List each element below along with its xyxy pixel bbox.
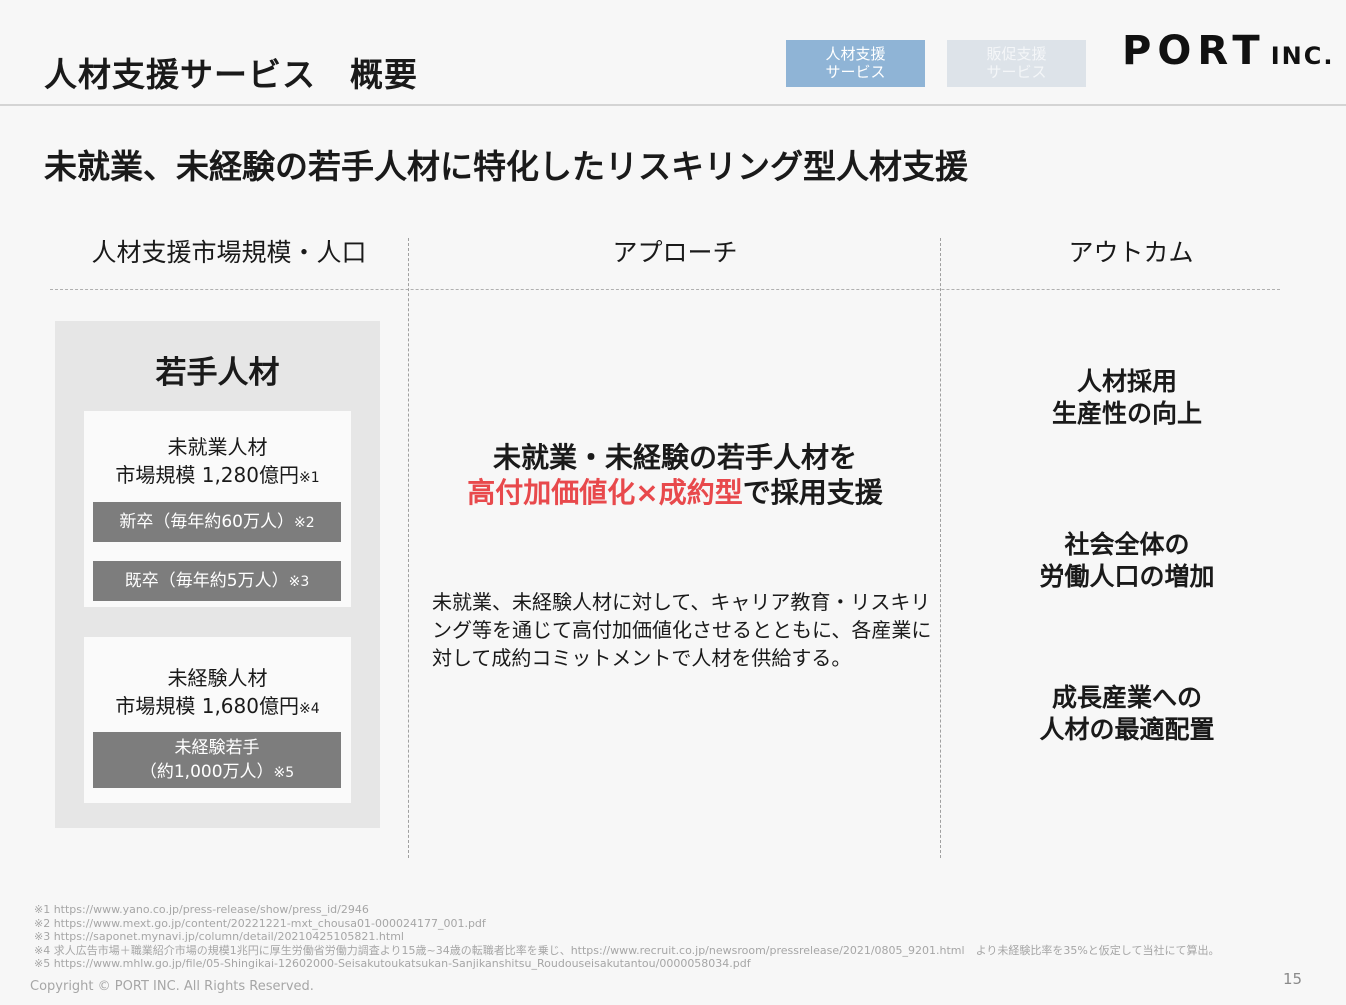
bar-label: 既卒（毎年約5万人） <box>124 571 289 591</box>
market-size: 市場規模 1,280億円※1 <box>84 461 351 492</box>
footnote-ref: ※3 <box>288 574 310 590</box>
column-header-outcome: アウトカム <box>1068 238 1194 267</box>
column-divider-right <box>940 238 941 858</box>
market-panel: 若手人材 未就業人材 市場規模 1,280億円※1 新卒（毎年約60万人）※2 … <box>55 321 380 828</box>
outcome-line2: 労働人口の増加 <box>1039 562 1215 591</box>
outcome-item: 社会全体の 労働人口の増加 <box>942 529 1312 593</box>
card-label: 未就業人材 <box>167 435 268 459</box>
outcome-line2: 人材の最適配置 <box>1039 715 1215 744</box>
page-number: 15 <box>1283 970 1303 988</box>
footnote-ref: ※1 <box>298 470 320 486</box>
inexperienced-talent-card: 未経験人材 市場規模 1,680億円※4 未経験若手 （約1,000万人）※5 <box>84 637 351 803</box>
bar-label-line2: （約1,000万人） <box>139 762 274 782</box>
approach-headline-line1: 未就業・未経験の若手人材を <box>492 441 857 474</box>
approach-headline-line2: 高付加価値化×成約型で採用支援 <box>410 471 940 511</box>
outcome-line1: 成長産業への <box>1051 683 1202 712</box>
footnote-ref: ※4 <box>298 701 320 717</box>
column-divider-left <box>408 238 409 858</box>
inexperienced-youth-bar: 未経験若手 （約1,000万人）※5 <box>93 732 341 788</box>
column-header-divider <box>50 289 1280 290</box>
approach-description: 未就業、未経験人材に対して、キャリア教育・リスキリング等を通じて高付加価値化させ… <box>432 590 932 670</box>
outcome-line1: 社会全体の <box>1064 530 1190 559</box>
approach-headline-rest: で採用支援 <box>742 476 883 509</box>
footnote: ※4 求人広告市場＋職業紹介市場の規模1兆円に厚生労働省労働力調査より15歳~3… <box>34 943 1220 957</box>
logo-text: PORT <box>1122 28 1266 74</box>
header: 人材支援サービス 概要 人材支援 サービス 販促支援 サービス PORT INC… <box>0 0 1346 106</box>
outcome-item: 成長産業への 人材の最適配置 <box>942 682 1312 746</box>
footnote-ref: ※5 <box>273 765 295 781</box>
page-title: 人材支援サービス 概要 <box>44 55 418 94</box>
card-label: 未経験人材 <box>167 666 268 690</box>
footnote: ※5 https://www.mhlw.go.jp/file/05-Shingi… <box>34 957 751 971</box>
footnotes: ※1 https://www.yano.co.jp/press-release/… <box>34 903 1219 971</box>
footnote: ※1 https://www.yano.co.jp/press-release/… <box>34 903 369 916</box>
header-divider <box>0 104 1346 106</box>
tab-sales-promotion-service[interactable]: 販促支援 サービス <box>947 40 1086 87</box>
column-header-approach: アプローチ <box>612 238 738 267</box>
outcome-line2: 生産性の向上 <box>1051 399 1202 428</box>
tab-label-line1: 販促支援 <box>986 45 1047 63</box>
market-panel-title: 若手人材 <box>155 355 280 391</box>
footnote-ref: ※2 <box>294 515 315 531</box>
bar-label: 新卒（毎年約60万人） <box>119 512 294 532</box>
new-graduates-bar: 新卒（毎年約60万人）※2 <box>93 502 341 542</box>
tab-label-line1: 人材支援 <box>825 45 886 63</box>
copyright: Copyright © PORT INC. All Rights Reserve… <box>30 979 314 994</box>
unemployed-talent-card: 未就業人材 市場規模 1,280億円※1 新卒（毎年約60万人）※2 既卒（毎年… <box>84 411 351 607</box>
outcome-item: 人材採用 生産性の向上 <box>942 366 1312 430</box>
column-header-market: 人材支援市場規模・人口 <box>91 238 367 267</box>
market-size-value: 市場規模 1,680億円 <box>115 694 299 718</box>
footnote: ※3 https://saponet.mynavi.jp/column/deta… <box>34 930 404 944</box>
approach-highlight: 高付加価値化×成約型 <box>467 476 743 509</box>
market-size-value: 市場規模 1,280億円 <box>115 463 299 487</box>
company-logo: PORT INC. <box>1122 28 1334 74</box>
tab-label-line2: サービス <box>825 63 886 81</box>
main-heading: 未就業、未経験の若手人材に特化したリスキリング型人材支援 <box>44 147 968 186</box>
market-size: 市場規模 1,680億円※4 <box>84 692 351 723</box>
tab-hr-support-service[interactable]: 人材支援 サービス <box>786 40 925 87</box>
outcome-line1: 人材採用 <box>1076 367 1177 396</box>
tab-label-line2: サービス <box>986 63 1047 81</box>
bar-label-line1: 未経験若手 <box>174 738 260 758</box>
logo-suffix: INC. <box>1270 42 1335 70</box>
past-graduates-bar: 既卒（毎年約5万人）※3 <box>93 561 341 601</box>
footnote: ※2 https://www.mext.go.jp/content/202212… <box>34 916 486 930</box>
